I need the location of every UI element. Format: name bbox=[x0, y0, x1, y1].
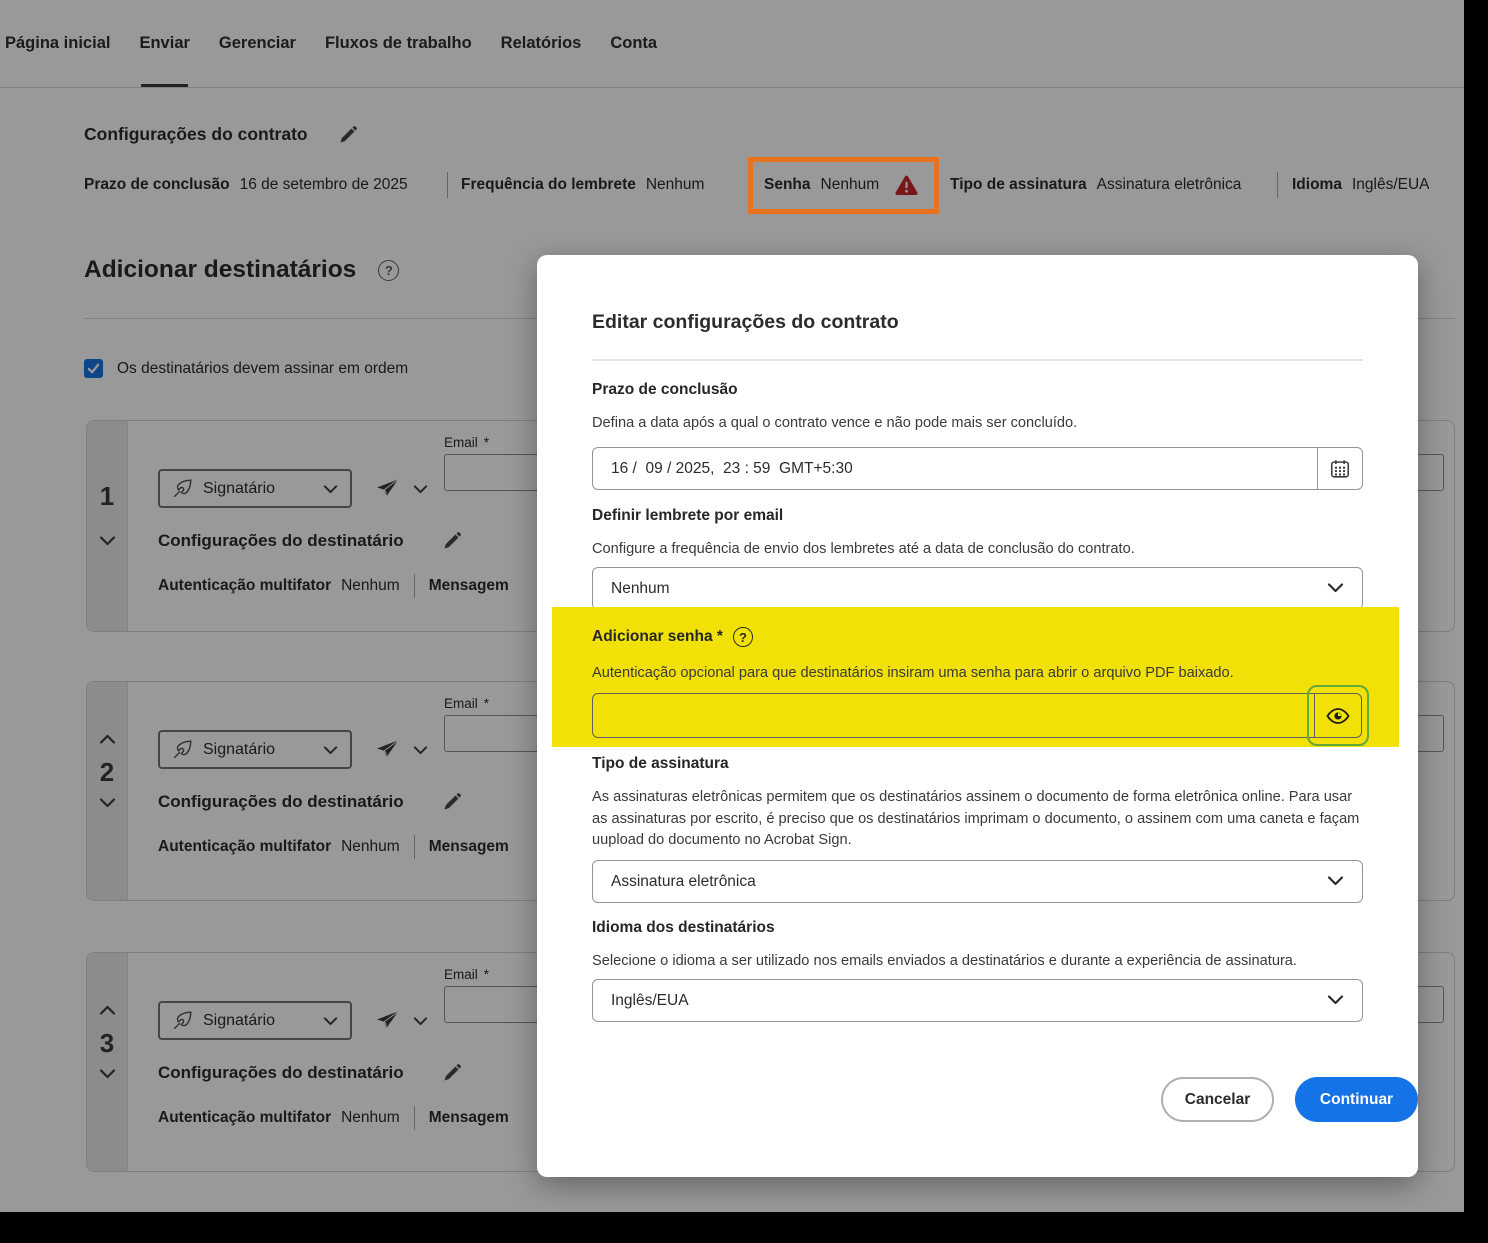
password-annotation-box bbox=[748, 157, 939, 214]
signature-type-heading: Tipo de assinatura bbox=[592, 755, 729, 773]
modal-title-divider bbox=[592, 359, 1363, 361]
chevron-down-icon bbox=[1327, 992, 1344, 1010]
modal-button-row: Cancelar Continuar bbox=[592, 1077, 1363, 1122]
reminder-select-value: Nenhum bbox=[611, 580, 670, 598]
deadline-heading: Prazo de conclusão bbox=[592, 381, 738, 399]
deadline-description: Defina a data após a qual o contrato ven… bbox=[592, 413, 1360, 435]
calendar-icon[interactable] bbox=[1317, 448, 1362, 489]
cancel-button[interactable]: Cancelar bbox=[1161, 1077, 1274, 1122]
chevron-down-icon bbox=[1327, 580, 1344, 598]
signature-type-select[interactable]: Assinatura eletrônica bbox=[592, 860, 1363, 903]
add-password-heading-text: Adicionar senha * bbox=[592, 628, 723, 646]
signature-type-description: As assinaturas eletrônicas permitem que … bbox=[592, 787, 1360, 852]
language-select-value: Inglês/EUA bbox=[611, 992, 689, 1010]
deadline-date-field[interactable]: 16 / 09 / 2025, 23 : 59 GMT+5:30 bbox=[592, 447, 1363, 490]
modal-title: Editar configurações do contrato bbox=[592, 311, 899, 334]
language-heading: Idioma dos destinatários bbox=[592, 919, 775, 937]
reminder-description: Configure a frequência de envio dos lemb… bbox=[592, 539, 1360, 561]
password-input[interactable] bbox=[592, 693, 1315, 738]
language-description: Selecione o idioma a ser utilizado nos e… bbox=[592, 951, 1360, 973]
eye-annotation-outline bbox=[1307, 685, 1369, 746]
language-select[interactable]: Inglês/EUA bbox=[592, 979, 1363, 1022]
chevron-down-icon bbox=[1327, 873, 1344, 891]
edit-contract-settings-modal: Editar configurações do contrato Prazo d… bbox=[537, 255, 1418, 1177]
continue-button[interactable]: Continuar bbox=[1295, 1077, 1418, 1122]
signature-type-select-value: Assinatura eletrônica bbox=[611, 873, 756, 891]
deadline-date-value[interactable]: 16 / 09 / 2025, 23 : 59 GMT+5:30 bbox=[593, 448, 1317, 489]
screen: { "nav": { "items": [ { "label": "Página… bbox=[0, 0, 1488, 1243]
add-password-description: Autenticação opcional para que destinatá… bbox=[592, 663, 1360, 685]
add-password-heading: Adicionar senha * ? bbox=[592, 627, 753, 647]
reminder-select[interactable]: Nenhum bbox=[592, 567, 1363, 610]
password-help-icon[interactable]: ? bbox=[733, 627, 753, 647]
reminder-heading: Definir lembrete por email bbox=[592, 507, 783, 525]
